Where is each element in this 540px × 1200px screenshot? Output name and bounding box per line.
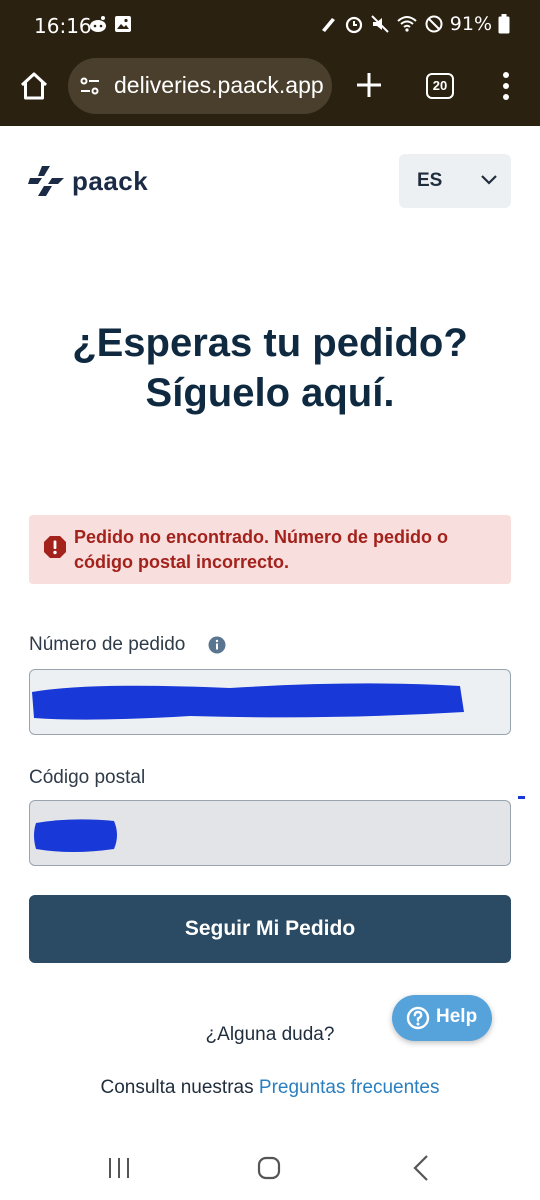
page-title-line2: Síguelo aquí. xyxy=(145,371,395,415)
page-title-line1: ¿Esperas tu pedido? xyxy=(72,321,468,365)
tab-switcher-button[interactable]: 20 xyxy=(426,73,454,99)
status-right-icons: 91% xyxy=(318,13,510,35)
question-icon xyxy=(406,1006,430,1030)
error-alert: Pedido no encontrado. Número de pedido o… xyxy=(29,515,511,584)
paack-logo-icon xyxy=(28,166,64,196)
wifi-icon xyxy=(397,16,417,32)
language-value: ES xyxy=(417,170,443,191)
new-tab-icon[interactable] xyxy=(354,68,384,102)
help-label: Help xyxy=(436,1006,478,1027)
back-icon[interactable] xyxy=(412,1154,430,1182)
page-title: ¿Esperas tu pedido? Síguelo aquí. xyxy=(0,318,540,418)
faq-link[interactable]: Preguntas frecuentes xyxy=(259,1077,440,1098)
error-icon xyxy=(44,536,66,558)
browser-chrome: 16:16 91% deliveries.paack.app 20 xyxy=(0,0,540,126)
logo-text: paack xyxy=(72,165,149,196)
stray-mark xyxy=(518,796,525,799)
tracking-page: paack ES ¿Esperas tu pedido? Síguelo aqu… xyxy=(0,126,540,1140)
overflow-menu-icon[interactable] xyxy=(498,70,514,102)
battery-icon xyxy=(498,14,510,34)
browser-toolbar: deliveries.paack.app 20 xyxy=(0,56,540,116)
site-settings-icon[interactable] xyxy=(78,74,102,98)
redaction-mark xyxy=(34,819,117,852)
home-icon[interactable] xyxy=(16,68,52,104)
pen-icon xyxy=(321,18,335,32)
error-message: Pedido no encontrado. Número de pedido o… xyxy=(74,527,449,572)
paack-logo[interactable]: paack xyxy=(28,164,148,198)
faq-line: Consulta nuestras Preguntas frecuentes xyxy=(0,1077,540,1099)
alarm-icon xyxy=(345,16,362,34)
help-button[interactable]: Help xyxy=(392,995,492,1041)
info-icon[interactable] xyxy=(208,636,226,654)
track-order-button[interactable]: Seguir Mi Pedido xyxy=(29,895,511,963)
notification-icons xyxy=(88,14,132,34)
postal-code-input[interactable] xyxy=(29,800,511,866)
mute-icon xyxy=(371,15,389,33)
language-select[interactable]: ES xyxy=(399,154,511,208)
status-time: 16:16 xyxy=(34,14,92,38)
status-bar: 16:16 91% xyxy=(0,0,540,52)
redaction-mark xyxy=(32,683,464,720)
postal-code-label: Código postal xyxy=(29,767,146,788)
system-navigation-bar xyxy=(0,1140,540,1200)
faq-prefix: Consulta nuestras xyxy=(100,1077,259,1098)
url-text[interactable]: deliveries.paack.app xyxy=(114,72,324,99)
gallery-icon xyxy=(115,16,131,32)
home-nav-icon[interactable] xyxy=(257,1156,281,1180)
chevron-down-icon xyxy=(481,175,497,185)
reddit-icon xyxy=(90,16,106,32)
address-bar[interactable]: deliveries.paack.app xyxy=(68,58,332,114)
recent-apps-icon[interactable] xyxy=(106,1156,132,1180)
order-number-input[interactable] xyxy=(29,669,511,735)
order-number-label: Número de pedido xyxy=(29,634,186,655)
do-not-disturb-icon xyxy=(425,15,443,33)
battery-percentage: 91% xyxy=(449,13,492,35)
